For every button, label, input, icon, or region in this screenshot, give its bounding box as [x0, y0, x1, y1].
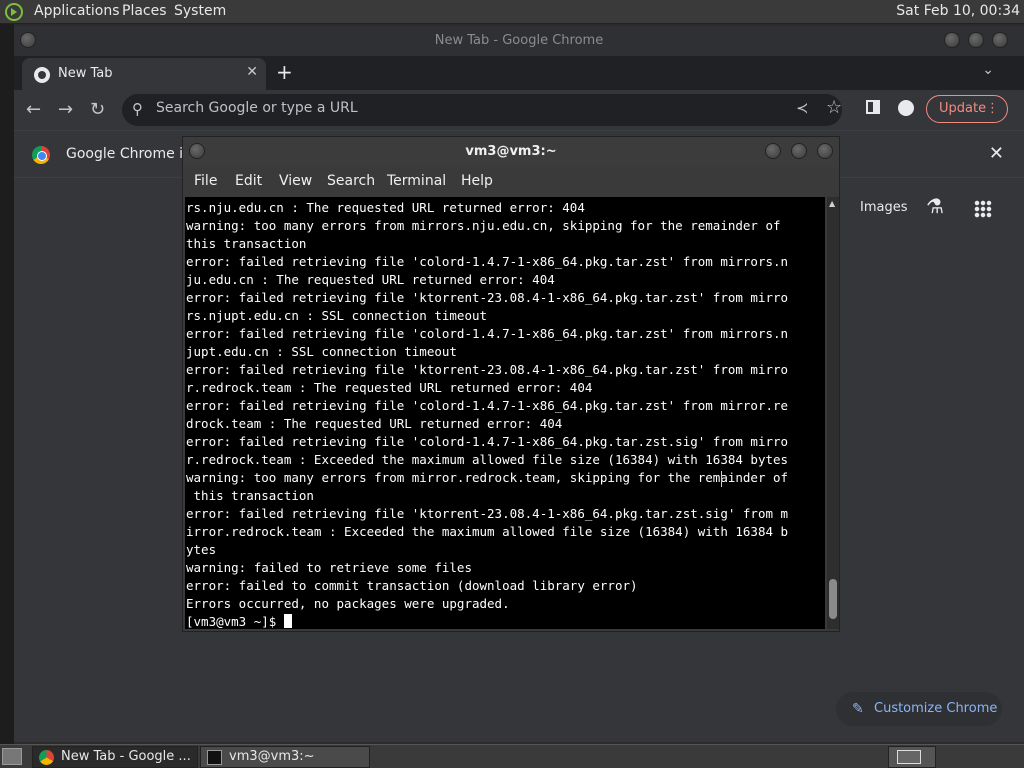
terminal-prompt: [vm3@vm3 ~]$ [186, 614, 284, 629]
terminal-line: error: failed retrieving file 'ktorrent-… [186, 506, 789, 521]
kebab-menu-icon[interactable]: ⋮ [986, 96, 999, 122]
minimize-icon[interactable] [765, 143, 781, 159]
terminal-line: this transaction [186, 488, 314, 503]
taskbar-item-terminal[interactable]: vm3@vm3:~ [200, 746, 370, 768]
window-menu-icon[interactable] [20, 32, 36, 48]
terminal-line: error: failed retrieving file 'colord-1.… [186, 398, 789, 413]
show-desktop-icon[interactable] [2, 748, 22, 765]
terminal-prompt-line: [vm3@vm3 ~]$ [186, 613, 825, 629]
workspace-switcher[interactable] [888, 746, 936, 768]
close-window-icon[interactable] [817, 143, 833, 159]
menu-help[interactable]: Help [461, 173, 493, 189]
terminal-line: error: failed retrieving file 'colord-1.… [186, 326, 789, 341]
share-icon[interactable]: ≺ [796, 99, 809, 117]
update-label: Update [939, 101, 987, 116]
terminal-menubar: File Edit View Search Terminal Help [183, 169, 839, 195]
terminal-line: irror.redrock.team : Exceeded the maximu… [186, 524, 789, 539]
images-link[interactable]: Images [860, 200, 908, 215]
tab-label: New Tab [58, 66, 113, 81]
terminal-titlebar[interactable]: vm3@vm3:~ [183, 137, 839, 167]
desktop-background [0, 24, 14, 744]
menu-edit[interactable]: Edit [235, 173, 262, 189]
panel-clock[interactable]: Sat Feb 10, 00:34 [896, 3, 1020, 19]
search-icon: ⚲ [132, 100, 143, 118]
apps-grid-icon[interactable] [974, 200, 992, 218]
top-panel: Applications Places System Sat Feb 10, 0… [0, 0, 1024, 24]
omnibox-input[interactable] [156, 100, 756, 116]
omnibox[interactable]: ⚲ [122, 94, 842, 126]
close-window-icon[interactable] [992, 32, 1008, 48]
update-button[interactable]: Update ⋮ [926, 95, 1008, 123]
new-tab-button[interactable]: + [276, 60, 293, 84]
chrome-toolbar: ← → ↻ ⚲ ≺ ☆ Update ⋮ [14, 90, 1024, 130]
terminal-line: r.redrock.team : Exceeded the maximum al… [186, 452, 789, 467]
chrome-tab-favicon-icon [34, 67, 50, 83]
tab-close-icon[interactable]: ✕ [246, 64, 258, 80]
customize-chrome-button[interactable]: ✎ Customize Chrome [836, 692, 1002, 726]
terminal-line: error: failed to commit transaction (dow… [186, 578, 638, 593]
terminal-line: r.redrock.team : The requested URL retur… [186, 380, 593, 395]
window-menu-icon[interactable] [189, 143, 205, 159]
side-panel-icon[interactable] [866, 100, 880, 114]
profile-icon[interactable] [898, 100, 914, 116]
taskbar-item-label: vm3@vm3:~ [229, 749, 315, 764]
terminal-line: ju.edu.cn : The requested URL returned e… [186, 272, 555, 287]
reload-icon[interactable]: ↻ [90, 99, 105, 120]
menu-terminal[interactable]: Terminal [387, 173, 446, 189]
tab-new-tab[interactable]: New Tab ✕ [22, 58, 266, 90]
scroll-up-icon[interactable]: ▲ [829, 199, 835, 208]
terminal-line: error: failed retrieving file 'ktorrent-… [186, 290, 789, 305]
tab-search-chevron-icon[interactable]: ⌄ [982, 62, 994, 78]
terminal-window: vm3@vm3:~ File Edit View Search Terminal… [182, 136, 840, 632]
terminal-line: this transaction [186, 236, 307, 251]
chrome-window-title: New Tab - Google Chrome [434, 33, 604, 48]
terminal-line: jupt.edu.cn : SSL connection timeout [186, 344, 457, 359]
taskbar-item-chrome[interactable]: New Tab - Google ... [32, 746, 198, 768]
mouse-ibeam-cursor-icon [721, 471, 723, 487]
terminal-line: error: failed retrieving file 'colord-1.… [186, 254, 789, 269]
terminal-line: warning: too many errors from mirrors.nj… [186, 218, 781, 233]
taskbar-item-label: New Tab - Google ... [61, 749, 191, 764]
menu-applications[interactable]: Applications [34, 3, 120, 19]
chrome-logo-icon [32, 146, 50, 164]
maximize-icon[interactable] [968, 32, 984, 48]
menu-places[interactable]: Places [122, 3, 167, 19]
maximize-icon[interactable] [791, 143, 807, 159]
terminal-scrollbar[interactable]: ▲ [827, 197, 839, 629]
text-cursor [283, 614, 292, 628]
minimize-icon[interactable] [944, 32, 960, 48]
menu-search[interactable]: Search [327, 173, 375, 189]
chrome-titlebar[interactable]: New Tab - Google Chrome [14, 26, 1024, 56]
terminal-line: rs.njupt.edu.cn : SSL connection timeout [186, 308, 488, 323]
terminal-line: rs.nju.edu.cn : The requested URL return… [186, 200, 585, 215]
menu-view[interactable]: View [279, 173, 312, 189]
terminal-text: rs.nju.edu.cn : The requested URL return… [186, 199, 825, 629]
terminal-line: warning: too many errors from mirror.red… [186, 470, 789, 485]
bottom-taskbar: New Tab - Google ... vm3@vm3:~ [0, 744, 1024, 768]
terminal-output[interactable]: rs.nju.edu.cn : The requested URL return… [185, 197, 825, 629]
terminal-title: vm3@vm3:~ [465, 144, 557, 159]
infobar-close-icon[interactable]: ✕ [989, 143, 1004, 164]
terminal-line: drock.team : The requested URL returned … [186, 416, 563, 431]
distro-logo-icon[interactable] [5, 3, 23, 21]
infobar-message: Google Chrome isn [66, 146, 200, 162]
scrollbar-thumb[interactable] [829, 579, 837, 619]
menu-file[interactable]: File [194, 173, 217, 189]
menu-system[interactable]: System [174, 3, 226, 19]
tab-strip: New Tab ✕ + ⌄ [14, 56, 1024, 90]
chrome-logo-icon [39, 750, 54, 765]
star-icon[interactable]: ☆ [826, 97, 842, 118]
arrow-right-icon[interactable]: → [58, 99, 73, 120]
terminal-line: error: failed retrieving file 'colord-1.… [186, 434, 789, 449]
workspace-1[interactable] [897, 750, 921, 764]
terminal-line: Errors occurred, no packages were upgrad… [186, 596, 510, 611]
arrow-left-icon[interactable]: ← [26, 99, 41, 120]
terminal-line: error: failed retrieving file 'ktorrent-… [186, 362, 789, 377]
pencil-icon: ✎ [852, 701, 864, 717]
terminal-line: ytes [186, 542, 217, 557]
flask-icon[interactable]: ⚗ [926, 194, 944, 218]
terminal-line: warning: failed to retrieve some files [186, 560, 472, 575]
terminal-icon [207, 750, 222, 765]
customize-label: Customize Chrome [874, 701, 998, 716]
